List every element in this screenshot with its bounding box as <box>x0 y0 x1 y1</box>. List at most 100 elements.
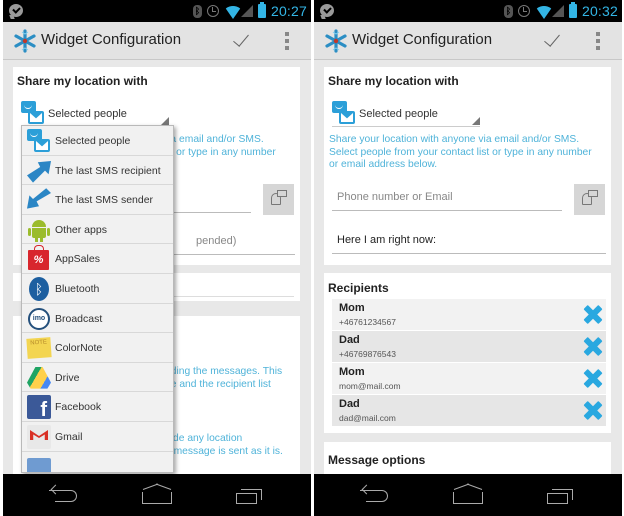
overflow-dot <box>596 32 600 36</box>
confirm-button[interactable] <box>229 26 259 56</box>
remove-recipient-icon[interactable] <box>583 337 602 356</box>
back-icon[interactable] <box>49 489 77 502</box>
message-input[interactable]: Here I am right now: <box>332 228 606 254</box>
dropdown-item-colornote[interactable]: NOTE ColorNote <box>22 333 173 363</box>
signal-icon <box>551 5 564 17</box>
remove-recipient-icon[interactable] <box>583 369 602 388</box>
dropdown-item-partial[interactable] <box>22 452 173 472</box>
help-line: ist or type in any number <box>163 146 276 158</box>
dropdown-item-broadcast[interactable]: imo Broadcast <box>22 304 173 334</box>
recipient-contact: mom@mail.com <box>339 381 401 391</box>
wifi-icon <box>223 5 242 19</box>
selected-people-icon <box>27 129 51 153</box>
confirm-button[interactable] <box>540 26 570 56</box>
share-with-spinner[interactable]: Selected people <box>332 99 480 127</box>
recipient-row: Dad +46769876543 <box>332 331 606 362</box>
help-line: ge and the recipient list <box>165 378 271 390</box>
recipient-name: Dad <box>339 334 360 346</box>
message-options-card: Message options <box>324 442 611 474</box>
colornote-icon: NOTE <box>26 337 52 360</box>
help-line: nding the messages. This <box>165 366 283 377</box>
help-line: via email and/or SMS. <box>163 134 264 145</box>
overflow-dot <box>596 46 600 50</box>
recipient-name: Mom <box>339 302 365 314</box>
status-time: 20:27 <box>270 3 307 19</box>
action-bar: Widget Configuration <box>3 22 311 60</box>
dropdown-item-last-sms-recipient[interactable]: The last SMS recipient <box>22 156 173 186</box>
page-title: Widget Configuration <box>352 31 493 48</box>
overflow-dot <box>285 46 289 50</box>
card-title: Message options <box>328 453 426 467</box>
status-icons: ᛒ 20:32 <box>503 2 618 20</box>
android-icon <box>27 218 51 242</box>
phone-screen-dropdown-open: ᛒ 20:27 Widget Configuration Share my lo… <box>3 0 311 516</box>
share-location-card: Share my location with Selected people S… <box>324 67 611 265</box>
help-line: Share your location with anyone via emai… <box>329 134 580 145</box>
dropdown-item-drive[interactable]: Drive <box>22 363 173 393</box>
card-title: Recipients <box>328 281 389 295</box>
dropdown-item-facebook[interactable]: f Facebook <box>22 392 173 422</box>
dropdown-item-bluetooth[interactable]: ᛒ Bluetooth <box>22 274 173 304</box>
chat-bubble-check-icon <box>9 4 23 17</box>
overflow-dot <box>596 39 600 43</box>
dropdown-item-label: ColorNote <box>55 342 103 355</box>
status-bar: ᛒ 20:32 <box>314 0 622 22</box>
recipient-row: Dad dad@mail.com <box>332 395 606 426</box>
app-icon-partial <box>27 457 51 472</box>
facebook-icon: f <box>27 395 51 420</box>
arrow-in-icon <box>27 188 51 209</box>
overflow-dot <box>285 32 289 36</box>
settings-content[interactable]: Share my location with Selected people v… <box>3 61 311 474</box>
home-icon[interactable] <box>142 486 172 504</box>
share-with-dropdown[interactable]: Selected people The last SMS recipient T… <box>21 125 174 473</box>
dropdown-item-label: Gmail <box>55 431 83 443</box>
dropdown-item-last-sms-sender[interactable]: The last SMS sender <box>22 185 173 215</box>
contact-card-icon <box>588 190 598 197</box>
settings-content[interactable]: Share my location with Selected people S… <box>314 61 622 474</box>
share-with-spinner[interactable]: Selected people <box>21 99 169 127</box>
screenshot-stage: ᛒ 20:27 Widget Configuration Share my lo… <box>0 0 624 516</box>
recipient-contact: dad@mail.com <box>339 413 396 423</box>
dropdown-item-gmail[interactable]: Gmail <box>22 422 173 452</box>
recipient-contact: +46761234567 <box>339 317 396 327</box>
alarm-icon <box>517 5 530 17</box>
overflow-menu-button[interactable] <box>590 30 606 52</box>
help-line: or email address below. <box>329 159 438 170</box>
dropdown-item-other-apps[interactable]: Other apps <box>22 215 173 245</box>
pick-contact-button[interactable] <box>574 184 605 215</box>
dropdown-item-label: Drive <box>55 371 80 384</box>
battery-icon <box>568 2 577 18</box>
recents-icon[interactable] <box>236 489 262 504</box>
home-icon[interactable] <box>453 486 483 504</box>
selected-people-icon <box>332 101 356 127</box>
recipient-input[interactable]: Phone number or Email <box>332 185 562 211</box>
remove-recipient-icon[interactable] <box>583 401 602 420</box>
contact-card-icon <box>277 190 287 197</box>
signal-icon <box>240 5 253 17</box>
dropdown-item-selected-people[interactable]: Selected people <box>22 126 173 156</box>
dropdown-item-appsales[interactable]: % AppSales <box>22 244 173 274</box>
dropdown-item-label: Other apps <box>55 223 107 236</box>
message-hint-partial: pended) <box>196 235 237 247</box>
gmail-icon <box>27 425 51 449</box>
status-time: 20:32 <box>581 3 618 19</box>
recents-icon[interactable] <box>547 489 573 504</box>
snowflake-app-icon <box>325 29 347 53</box>
recipient-name: Mom <box>339 366 365 378</box>
remove-recipient-icon[interactable] <box>583 305 602 324</box>
message-input-value: Here I am right now: <box>337 234 437 246</box>
overflow-menu-button[interactable] <box>279 30 295 52</box>
nav-bar <box>314 474 622 516</box>
dropdown-item-label: Selected people <box>55 135 131 147</box>
dropdown-item-label: Bluetooth <box>55 283 100 295</box>
share-help-text: Share your location with anyone via emai… <box>329 134 609 172</box>
help-line: e message is sent as it is. <box>165 445 283 457</box>
spinner-value: Selected people <box>48 108 127 120</box>
overflow-dot <box>285 39 289 43</box>
pick-contact-button[interactable] <box>263 184 294 215</box>
dropdown-item-label: Broadcast <box>55 312 103 325</box>
recipient-row: Mom mom@mail.com <box>332 363 606 394</box>
snowflake-app-icon <box>14 29 36 53</box>
back-icon[interactable] <box>360 489 388 502</box>
page-title: Widget Configuration <box>41 31 182 48</box>
